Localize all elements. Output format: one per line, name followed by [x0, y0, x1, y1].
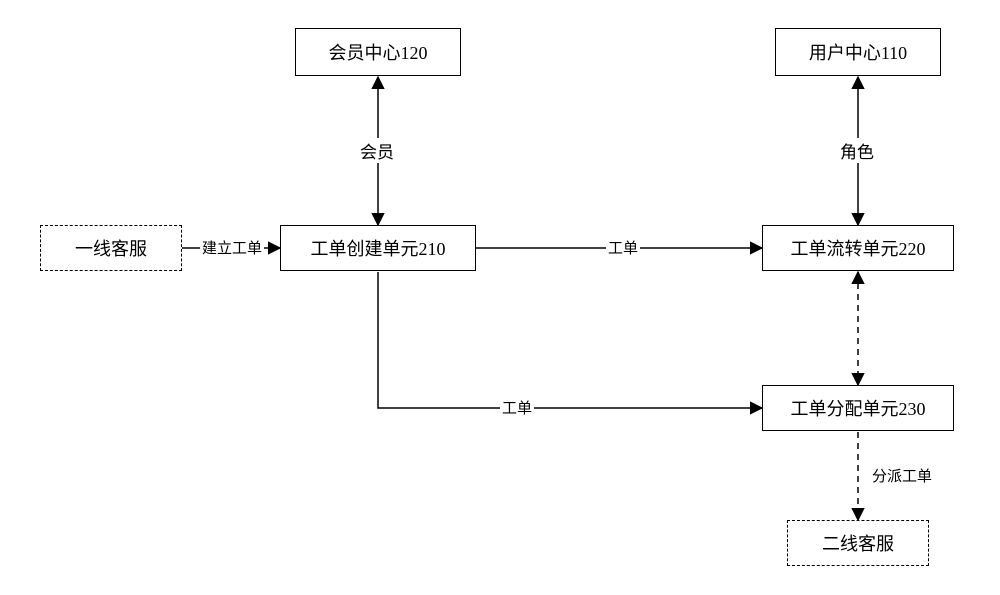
node-create-unit-label: 工单创建单元210 [311, 235, 446, 261]
node-assign-unit: 工单分配单元230 [762, 385, 954, 431]
node-secondline-service: 二线客服 [787, 520, 929, 566]
edge-label-role: 角色 [838, 138, 876, 163]
node-assign-unit-label: 工单分配单元230 [791, 395, 926, 421]
node-frontline-service: 一线客服 [40, 225, 182, 271]
node-user-center-label: 用户中心110 [809, 39, 907, 65]
edge-label-member: 会员 [358, 138, 396, 163]
node-frontline-service-label: 一线客服 [75, 235, 147, 261]
node-flow-unit: 工单流转单元220 [762, 225, 954, 271]
node-flow-unit-label: 工单流转单元220 [791, 235, 926, 261]
edge-label-ticket2: 工单 [500, 397, 534, 418]
connectors [0, 0, 1000, 595]
node-member-center: 会员中心120 [295, 28, 461, 76]
edge-label-ticket1: 工单 [606, 237, 640, 258]
edge-label-dispatch-ticket: 分派工单 [870, 465, 934, 486]
node-create-unit: 工单创建单元210 [280, 225, 476, 271]
node-secondline-service-label: 二线客服 [822, 530, 894, 556]
node-user-center: 用户中心110 [775, 28, 941, 76]
diagram-canvas: 会员中心120 用户中心110 一线客服 工单创建单元210 工单流转单元220… [0, 0, 1000, 595]
edge-label-create-ticket: 建立工单 [200, 237, 264, 258]
node-member-center-label: 会员中心120 [329, 39, 428, 65]
